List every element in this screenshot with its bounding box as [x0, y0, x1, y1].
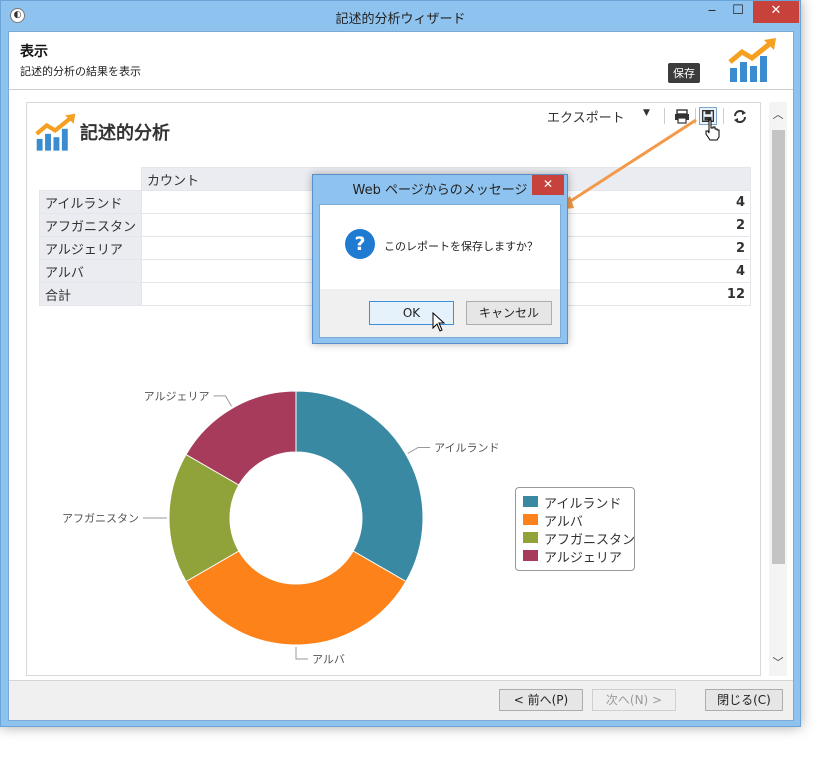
question-icon: ? [345, 229, 375, 259]
callout-arrow [556, 118, 697, 210]
hand-pointer-icon [705, 119, 720, 141]
cancel-button[interactable]: キャンセル [466, 301, 552, 325]
dialog-title: Web ページからのメッセージ [352, 183, 528, 198]
mouse-pointer-icon [432, 312, 446, 332]
dialog-message: このレポートを保存しますか？ [384, 240, 538, 253]
dialog-close-button[interactable]: ✕ [532, 175, 564, 195]
